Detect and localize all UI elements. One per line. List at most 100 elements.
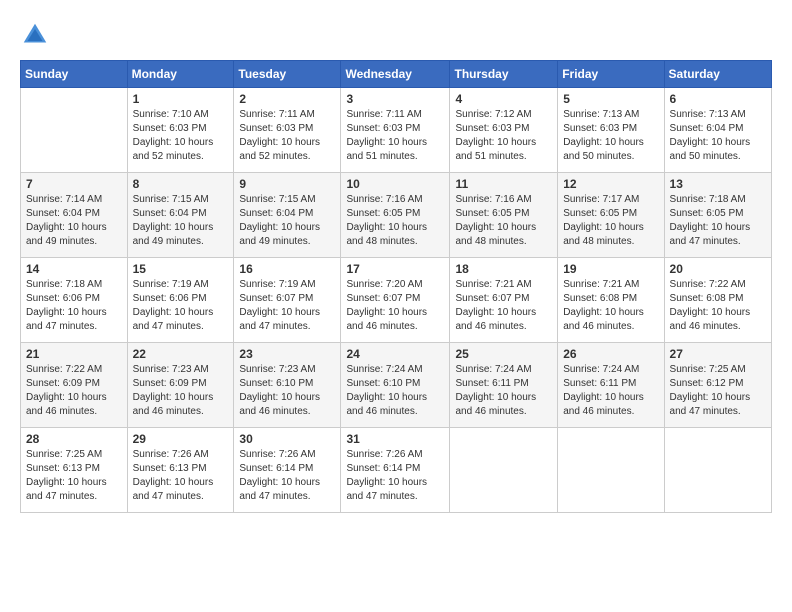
day-cell: 24 Sunrise: 7:24 AM Sunset: 6:10 PM Dayli… [341,343,450,428]
header [20,20,772,50]
calendar: SundayMondayTuesdayWednesdayThursdayFrid… [20,60,772,513]
day-cell: 31Sunrise: 7:26 AM Sunset: 6:14 PM Dayli… [341,428,450,513]
day-cell: 21 Sunrise: 7:22 AM Sunset: 6:09 PM Dayli… [21,343,128,428]
day-cell: 30Sunrise: 7:26 AM Sunset: 6:14 PM Dayli… [234,428,341,513]
page: SundayMondayTuesdayWednesdayThursdayFrid… [0,0,792,612]
day-info: Sunrise: 7:24 AM Sunset: 6:11 PM Dayligh… [455,363,552,419]
day-info: Sunrise: 7:10 AM Sunset: 6:03 PM Dayligh… [133,108,229,164]
day-number: 27 [670,347,766,361]
day-number: 7 [26,177,122,191]
calendar-body: 1 Sunrise: 7:10 AM Sunset: 6:03 PM Daylig… [21,88,772,513]
day-number: 26 [563,347,658,361]
day-number: 11 [455,177,552,191]
day-number: 6 [670,92,766,106]
day-number: 24 [346,347,444,361]
day-info: Sunrise: 7:24 AM Sunset: 6:11 PM Dayligh… [563,363,658,419]
day-cell: 20 Sunrise: 7:22 AM Sunset: 6:08 PM Dayli… [664,258,771,343]
logo-icon [20,20,50,50]
day-number: 2 [239,92,335,106]
day-info: Sunrise: 7:22 AM Sunset: 6:09 PM Dayligh… [26,363,122,419]
day-cell: 7 Sunrise: 7:14 AM Sunset: 6:04 PM Daylig… [21,173,128,258]
day-info: Sunrise: 7:25 AM Sunset: 6:12 PM Dayligh… [670,363,766,419]
day-cell [664,428,771,513]
day-cell: 8 Sunrise: 7:15 AM Sunset: 6:04 PM Daylig… [127,173,234,258]
day-header: Thursday [450,61,558,88]
day-number: 29 [133,432,229,446]
day-number: 1 [133,92,229,106]
day-header: Saturday [664,61,771,88]
day-cell: 10Sunrise: 7:16 AM Sunset: 6:05 PM Dayli… [341,173,450,258]
day-info: Sunrise: 7:23 AM Sunset: 6:10 PM Dayligh… [239,363,335,419]
day-number: 4 [455,92,552,106]
day-info: Sunrise: 7:14 AM Sunset: 6:04 PM Dayligh… [26,193,122,249]
day-info: Sunrise: 7:25 AM Sunset: 6:13 PM Dayligh… [26,448,122,504]
day-header: Wednesday [341,61,450,88]
day-cell [21,88,128,173]
day-info: Sunrise: 7:23 AM Sunset: 6:09 PM Dayligh… [133,363,229,419]
day-cell: 12Sunrise: 7:17 AM Sunset: 6:05 PM Dayli… [558,173,664,258]
day-number: 21 [26,347,122,361]
day-cell: 15 Sunrise: 7:19 AM Sunset: 6:06 PM Dayli… [127,258,234,343]
logo [20,20,54,50]
day-cell: 27 Sunrise: 7:25 AM Sunset: 6:12 PM Dayli… [664,343,771,428]
week-row: 1 Sunrise: 7:10 AM Sunset: 6:03 PM Daylig… [21,88,772,173]
day-info: Sunrise: 7:19 AM Sunset: 6:06 PM Dayligh… [133,278,229,334]
day-info: Sunrise: 7:26 AM Sunset: 6:13 PM Dayligh… [133,448,229,504]
day-cell: 13Sunrise: 7:18 AM Sunset: 6:05 PM Dayli… [664,173,771,258]
day-info: Sunrise: 7:15 AM Sunset: 6:04 PM Dayligh… [239,193,335,249]
day-info: Sunrise: 7:19 AM Sunset: 6:07 PM Dayligh… [239,278,335,334]
day-number: 16 [239,262,335,276]
week-row: 7 Sunrise: 7:14 AM Sunset: 6:04 PM Daylig… [21,173,772,258]
day-cell: 29 Sunrise: 7:26 AM Sunset: 6:13 PM Dayli… [127,428,234,513]
day-info: Sunrise: 7:18 AM Sunset: 6:06 PM Dayligh… [26,278,122,334]
day-cell: 28 Sunrise: 7:25 AM Sunset: 6:13 PM Dayli… [21,428,128,513]
day-info: Sunrise: 7:18 AM Sunset: 6:05 PM Dayligh… [670,193,766,249]
day-number: 23 [239,347,335,361]
day-number: 25 [455,347,552,361]
day-number: 12 [563,177,658,191]
day-number: 28 [26,432,122,446]
day-cell: 23 Sunrise: 7:23 AM Sunset: 6:10 PM Dayli… [234,343,341,428]
day-info: Sunrise: 7:21 AM Sunset: 6:07 PM Dayligh… [455,278,552,334]
day-info: Sunrise: 7:15 AM Sunset: 6:04 PM Dayligh… [133,193,229,249]
day-info: Sunrise: 7:21 AM Sunset: 6:08 PM Dayligh… [563,278,658,334]
day-cell: 4 Sunrise: 7:12 AM Sunset: 6:03 PM Daylig… [450,88,558,173]
day-number: 31 [346,432,444,446]
day-number: 17 [346,262,444,276]
day-number: 15 [133,262,229,276]
day-cell: 5 Sunrise: 7:13 AM Sunset: 6:03 PM Daylig… [558,88,664,173]
day-number: 30 [239,432,335,446]
day-info: Sunrise: 7:16 AM Sunset: 6:05 PM Dayligh… [346,193,444,249]
day-number: 14 [26,262,122,276]
day-header: Monday [127,61,234,88]
day-cell: 6Sunrise: 7:13 AM Sunset: 6:04 PM Daylig… [664,88,771,173]
day-info: Sunrise: 7:11 AM Sunset: 6:03 PM Dayligh… [239,108,335,164]
day-number: 5 [563,92,658,106]
day-cell: 3 Sunrise: 7:11 AM Sunset: 6:03 PM Daylig… [341,88,450,173]
day-number: 19 [563,262,658,276]
day-header: Tuesday [234,61,341,88]
day-info: Sunrise: 7:12 AM Sunset: 6:03 PM Dayligh… [455,108,552,164]
day-info: Sunrise: 7:22 AM Sunset: 6:08 PM Dayligh… [670,278,766,334]
day-number: 3 [346,92,444,106]
day-cell: 16 Sunrise: 7:19 AM Sunset: 6:07 PM Dayli… [234,258,341,343]
day-cell: 2 Sunrise: 7:11 AM Sunset: 6:03 PM Daylig… [234,88,341,173]
day-cell: 1 Sunrise: 7:10 AM Sunset: 6:03 PM Daylig… [127,88,234,173]
day-number: 8 [133,177,229,191]
day-info: Sunrise: 7:13 AM Sunset: 6:03 PM Dayligh… [563,108,658,164]
day-cell [558,428,664,513]
day-info: Sunrise: 7:11 AM Sunset: 6:03 PM Dayligh… [346,108,444,164]
day-cell: 22Sunrise: 7:23 AM Sunset: 6:09 PM Dayli… [127,343,234,428]
day-cell: 9 Sunrise: 7:15 AM Sunset: 6:04 PM Daylig… [234,173,341,258]
day-cell: 14 Sunrise: 7:18 AM Sunset: 6:06 PM Dayli… [21,258,128,343]
day-info: Sunrise: 7:20 AM Sunset: 6:07 PM Dayligh… [346,278,444,334]
day-number: 20 [670,262,766,276]
day-number: 18 [455,262,552,276]
day-number: 9 [239,177,335,191]
day-cell: 19 Sunrise: 7:21 AM Sunset: 6:08 PM Dayli… [558,258,664,343]
day-header: Sunday [21,61,128,88]
day-cell: 25 Sunrise: 7:24 AM Sunset: 6:11 PM Dayli… [450,343,558,428]
day-header: Friday [558,61,664,88]
day-info: Sunrise: 7:24 AM Sunset: 6:10 PM Dayligh… [346,363,444,419]
calendar-header: SundayMondayTuesdayWednesdayThursdayFrid… [21,61,772,88]
